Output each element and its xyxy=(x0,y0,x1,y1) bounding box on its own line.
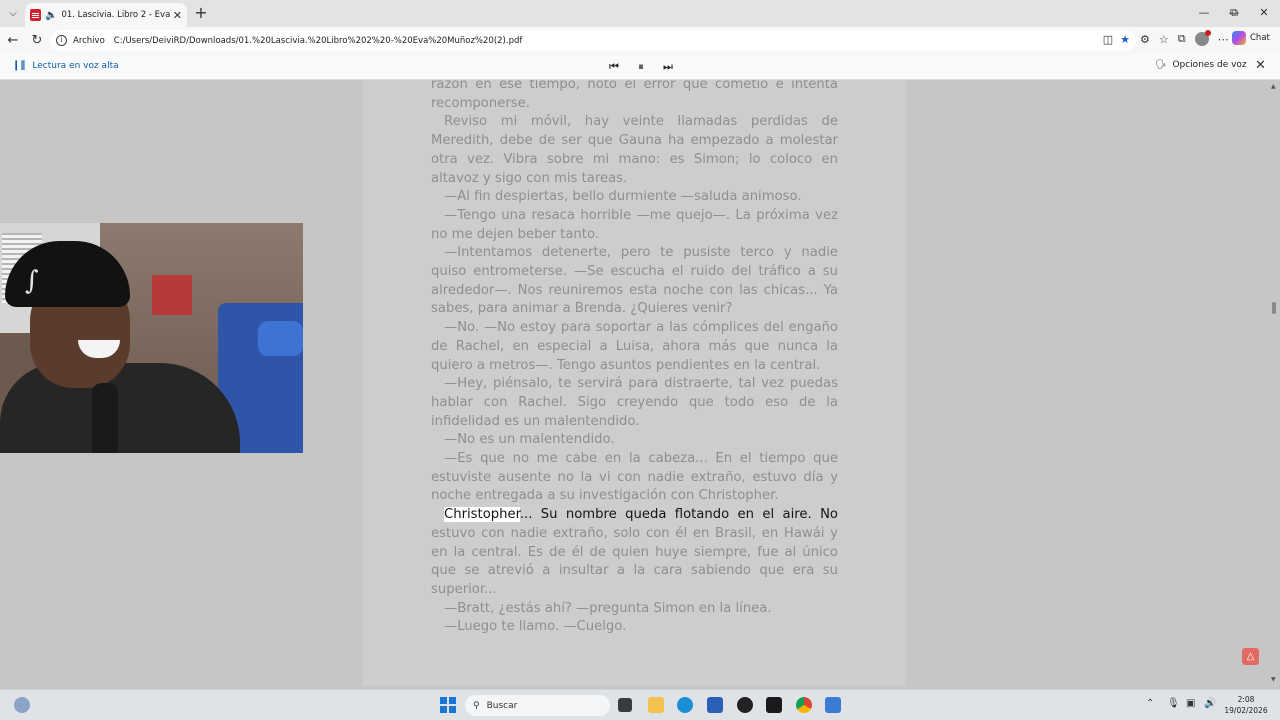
collections-icon[interactable]: ⧉ xyxy=(1178,32,1186,46)
clock-time: 2:08 xyxy=(1237,695,1255,704)
vertical-scrollbar[interactable]: ▲ ▼ xyxy=(1268,80,1280,686)
speaker-icon[interactable]: 🔈 xyxy=(45,10,57,21)
edge-icon[interactable] xyxy=(677,697,693,713)
paragraph: —Bratt, ¿estás ahí? —pregunta Simon en l… xyxy=(444,600,772,616)
paragraph: —Es que no me cabe en la cabeza... En el… xyxy=(431,451,838,504)
webcam-microphone xyxy=(92,383,118,453)
volume-icon[interactable]: 🔊 xyxy=(1204,698,1216,709)
active-sentence: ... Su nombre queda flotando en el aire.… xyxy=(519,507,838,523)
file-explorer-icon[interactable] xyxy=(648,697,664,713)
clock-date: 19/02/2026 xyxy=(1224,706,1268,715)
tab-title: 01. Lascivia. Libro 2 - Eva Muñ xyxy=(61,10,170,20)
read-aloud-label: Lectura en voz alta xyxy=(32,60,119,71)
app-window-icon[interactable] xyxy=(825,697,841,713)
read-aloud-bar: ❙∥ Lectura en voz alta ⏮ ⏸ ⏭ 🗣 Opciones … xyxy=(0,54,1280,80)
network-icon[interactable]: ▣ xyxy=(1186,698,1195,709)
microphone-icon[interactable]: 🎙 xyxy=(1167,698,1180,709)
webcam-pillow xyxy=(258,321,303,356)
obs-icon[interactable] xyxy=(737,697,753,713)
next-paragraph-icon[interactable]: ⏭ xyxy=(660,59,676,75)
webcam-person-body xyxy=(0,363,240,453)
search-icon: ⚲ xyxy=(473,700,480,711)
taskbar-search-box[interactable]: ⚲ Buscar xyxy=(465,695,610,716)
close-read-aloud-icon[interactable]: ✕ xyxy=(1255,58,1266,73)
pause-icon[interactable]: ⏸ xyxy=(633,59,649,75)
window-close-button[interactable]: ✕ xyxy=(1250,3,1278,23)
tab-close-icon[interactable]: ✕ xyxy=(173,9,182,22)
windows-taskbar: ⚲ Buscar ⌃ 🎙 ▣ 🔊 2:08 19/02/2026 xyxy=(0,689,1280,720)
window-restore-button[interactable]: ⧉ xyxy=(1220,3,1248,23)
paragraph: —Tengo una resaca horrible —me quejo—. L… xyxy=(431,207,838,242)
previous-paragraph-icon[interactable]: ⏮ xyxy=(606,59,622,75)
show-hidden-icons-chevron-icon[interactable]: ⌃ xyxy=(1146,698,1154,709)
active-paragraph: Christopher... Su nombre queda flotando … xyxy=(431,506,838,600)
url-scheme-label: Archivo xyxy=(73,35,105,46)
capcut-icon[interactable] xyxy=(766,697,782,713)
back-arrow-icon[interactable]: ← xyxy=(3,31,23,51)
paragraph-continuation: estuvo con nadie extraño, solo con él en… xyxy=(431,525,838,597)
extensions-icon[interactable]: ⚙ xyxy=(1140,33,1150,46)
pdf-text-column: razón en ese tiempo, notó el error que c… xyxy=(431,80,838,637)
navigation-bar: ← ↻ i Archivo C:/Users/DeiviRD/Downloads… xyxy=(0,27,1280,54)
copilot-chat-button[interactable]: Chat xyxy=(1232,31,1270,45)
info-icon[interactable]: i xyxy=(56,35,67,46)
active-tab[interactable]: 🔈 01. Lascivia. Libro 2 - Eva Muñ ✕ xyxy=(25,3,187,27)
webcam-box xyxy=(152,275,192,315)
read-aloud-button[interactable]: ❙∥ Lectura en voz alta xyxy=(12,60,119,71)
cap-logo-icon: ∫ xyxy=(25,266,39,296)
paragraph: razón en ese tiempo, notó el error que c… xyxy=(431,80,838,111)
chat-label: Chat xyxy=(1250,33,1270,43)
widgets-icon[interactable] xyxy=(14,697,30,713)
scroll-up-icon[interactable]: ▲ xyxy=(1271,83,1276,90)
paragraph: —Hey, piénsalo, te servirá para distraer… xyxy=(431,376,838,429)
window-minimize-button[interactable]: — xyxy=(1190,3,1218,23)
system-clock[interactable]: 2:08 19/02/2026 xyxy=(1222,694,1270,716)
address-bar[interactable]: i Archivo C:/Users/DeiviRD/Downloads/01.… xyxy=(50,30,1136,51)
favorites-icon[interactable]: ☆ xyxy=(1159,33,1169,46)
paragraph: —Luego te llamo. —Cuelgo. xyxy=(444,619,627,635)
refresh-icon[interactable]: ↻ xyxy=(27,31,47,51)
webcam-overlay: ∫ xyxy=(0,223,303,453)
voice-options-button[interactable]: 🗣 Opciones de voz xyxy=(1155,60,1247,70)
read-aloud-icon: ❙∥ xyxy=(12,60,26,71)
more-options-icon[interactable]: ⋯ xyxy=(1218,33,1229,46)
tab-strip: ⌵ 🔈 01. Lascivia. Libro 2 - Eva Muñ ✕ + … xyxy=(0,0,1280,27)
pdf-file-icon xyxy=(30,9,41,21)
pdf-acrobat-icon[interactable]: △ xyxy=(1242,648,1259,665)
paragraph: —Intentamos detenerte, pero te pusiste t… xyxy=(431,245,838,317)
immersive-reader-icon[interactable]: ◫ xyxy=(1103,33,1113,46)
favorite-star-icon[interactable]: ★ xyxy=(1120,33,1130,46)
paragraph: —No es un malentendido. xyxy=(444,432,615,448)
task-view-icon[interactable] xyxy=(618,698,632,712)
paragraph: Reviso mi móvil, hay veinte llamadas per… xyxy=(431,114,838,186)
scroll-down-icon[interactable]: ▼ xyxy=(1271,676,1276,683)
voice-options-label: Opciones de voz xyxy=(1172,60,1247,70)
profile-avatar-icon[interactable] xyxy=(1194,30,1211,46)
url-text[interactable]: C:/Users/DeiviRD/Downloads/01.%20Lascivi… xyxy=(114,36,523,46)
start-windows-icon[interactable] xyxy=(440,697,456,713)
microsoft-store-icon[interactable] xyxy=(707,697,723,713)
chrome-icon[interactable] xyxy=(796,697,812,713)
new-tab-button[interactable]: + xyxy=(192,4,210,22)
search-placeholder: Buscar xyxy=(486,700,518,711)
copilot-icon xyxy=(1232,31,1246,45)
voice-options-icon: 🗣 xyxy=(1155,60,1167,70)
tab-actions-menu-button[interactable]: ⌵ xyxy=(4,4,22,22)
read-aloud-highlighted-word: Christopher xyxy=(444,507,520,523)
scroll-thumb[interactable] xyxy=(1272,302,1276,314)
paragraph: —No. —No estoy para soportar a las cómpl… xyxy=(431,320,838,373)
paragraph: —Al fin despiertas, bello durmiente —sal… xyxy=(444,189,802,205)
